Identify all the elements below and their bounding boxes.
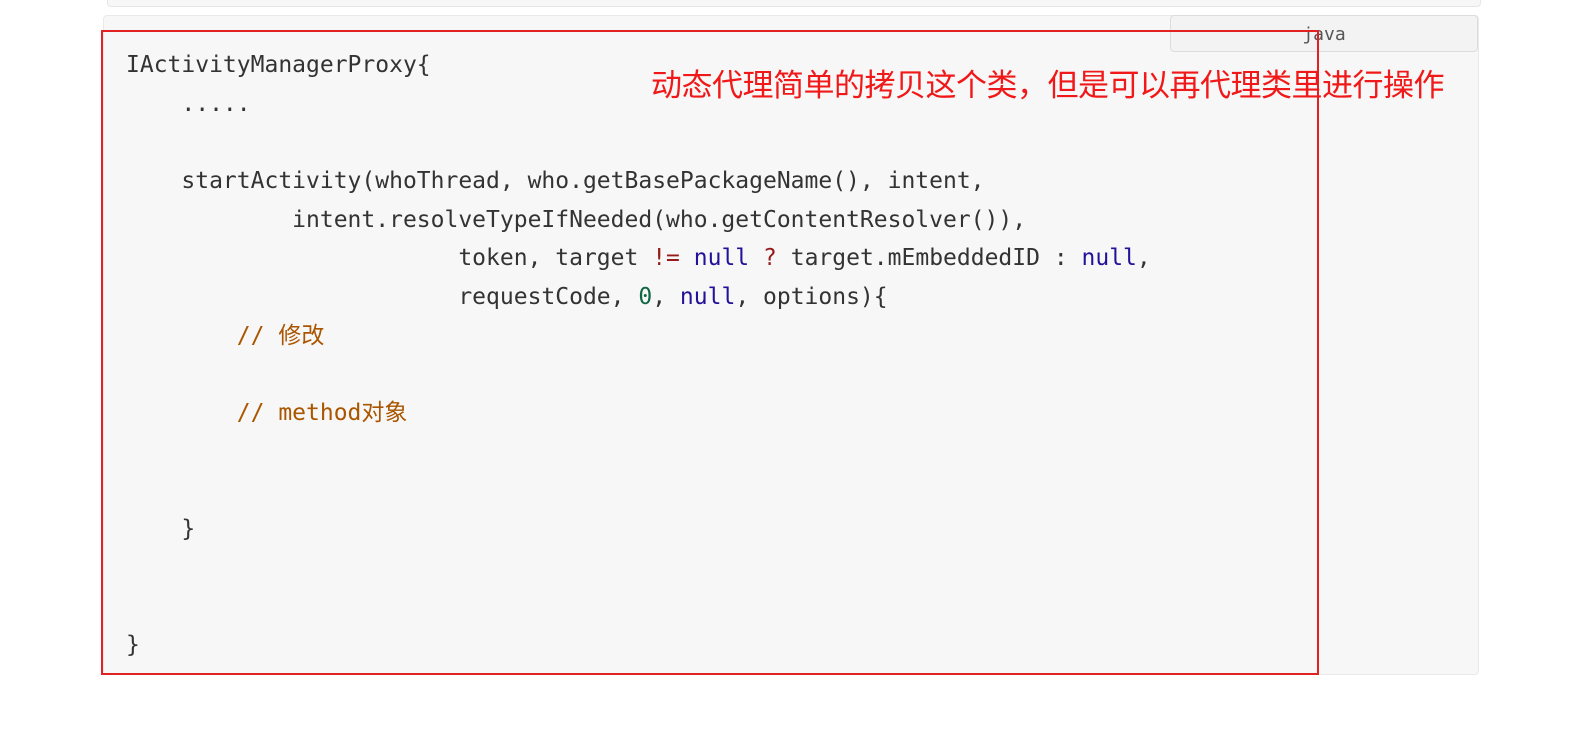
code-line-6: token, target != null ? target.mEmbedded… [126, 239, 1151, 278]
zero-literal: 0 [638, 284, 653, 311]
code-line-13: } [126, 510, 1151, 549]
code-language-label: java [1170, 15, 1478, 52]
ellipsis: ..... [126, 90, 251, 117]
request-code-arg: requestCode, [126, 284, 639, 311]
embedded-id-arg: target.mEmbeddedID : [776, 245, 1082, 272]
code-content: IActivityManagerProxy{ ..... startActivi… [126, 46, 1151, 665]
code-line-4: startActivity(whoThread, who.getBasePack… [126, 162, 1151, 201]
comma: , [652, 284, 680, 311]
start-activity-call: startActivity(whoThread, who.getBasePack… [126, 168, 985, 195]
code-line-8: // 修改 [126, 317, 1151, 356]
null-keyword: null [679, 284, 736, 311]
code-line-7: requestCode, 0, null, options){ [126, 278, 1151, 317]
class-declaration: IActivityManagerProxy{ [126, 52, 431, 78]
not-equal-operator: != [652, 245, 680, 272]
comma: , [1136, 245, 1151, 272]
method-object-comment: // method对象 [126, 400, 408, 427]
null-keyword: null [1081, 245, 1137, 272]
null-keyword: null [693, 245, 750, 272]
code-line-16: } [126, 626, 1151, 665]
ternary-operator: ? [763, 245, 777, 272]
method-close-brace: } [126, 516, 196, 543]
modify-comment: // 修改 [126, 322, 325, 349]
previous-code-block-edge [107, 0, 1481, 7]
code-line-5: intent.resolveTypeIfNeeded(who.getConten… [126, 201, 1151, 240]
options-arg: , options){ [735, 284, 888, 311]
code-line-10: // method对象 [126, 394, 1151, 433]
token-target-arg: token, target [126, 245, 653, 272]
annotation-text: 动态代理简单的拷贝这个类，但是可以再代理类里进行操作 [651, 68, 1445, 104]
class-close-brace: } [126, 632, 140, 659]
resolve-type-arg: intent.resolveTypeIfNeeded(who.getConten… [126, 206, 1027, 233]
